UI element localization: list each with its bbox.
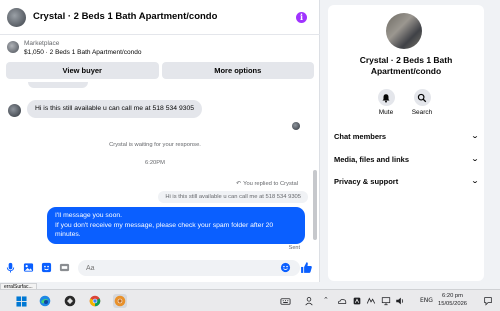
privacy-support-label: Privacy & support [334, 176, 399, 186]
sender-avatar[interactable] [8, 104, 21, 117]
listing-avatar[interactable] [386, 13, 422, 49]
system-clock[interactable]: 6:20 pm 15/05/2026 [438, 293, 467, 308]
mute-label: Mute [378, 109, 394, 116]
chevron-down-icon: ⌄ [470, 177, 480, 185]
image-icon[interactable] [23, 262, 34, 273]
chevron-down-icon: ⌄ [470, 132, 480, 140]
media-files-links-label: Media, files and links [334, 154, 410, 164]
chat-members-label: Chat members [334, 131, 387, 141]
previous-message-bubble [28, 82, 88, 88]
notifications-icon[interactable] [482, 294, 493, 308]
avatar[interactable] [7, 8, 26, 27]
reply-arrow-icon: ↶ [236, 180, 242, 187]
chat-title[interactable]: Crystal · 2 Beds 1 Bath Apartment/condo [33, 11, 217, 22]
marketplace-listing[interactable]: Marketplace $1,050 · 2 Beds 1 Bath Apart… [0, 36, 320, 62]
clock-date: 15/05/2026 [438, 300, 468, 307]
sent-status: Sent [288, 245, 300, 251]
mute-action[interactable]: Mute [366, 89, 406, 116]
outgoing-line: I'll message you soon. [55, 212, 123, 219]
outgoing-line: minutes. [55, 231, 81, 238]
seen-avatar [292, 122, 300, 130]
app-tray-icon-2[interactable] [366, 294, 376, 308]
info-title: Crystal · 2 Beds 1 Bath Apartment/condo [359, 55, 453, 76]
chat-scrollbar[interactable] [313, 170, 317, 240]
clock-time: 6:20 pm [442, 293, 463, 299]
windows-start-icon[interactable] [14, 294, 28, 308]
listing-price-title: $1,050 · 2 Beds 1 Bath Apartment/condo [24, 49, 142, 56]
onedrive-icon[interactable] [337, 294, 347, 308]
chat-panel: Crystal · 2 Beds 1 Bath Apartment/condo … [0, 0, 320, 282]
quoted-message[interactable]: Hi is this still available u can call me… [158, 191, 308, 203]
bell-icon[interactable] [377, 89, 395, 106]
listing-actions: View buyer More options [6, 62, 314, 79]
sticker-icon[interactable] [41, 262, 52, 273]
composer [0, 255, 320, 281]
chevron-down-icon: ⌄ [470, 155, 480, 163]
chrome-icon[interactable] [88, 294, 102, 308]
search-action[interactable]: Search [402, 89, 442, 116]
chat-header: Crystal · 2 Beds 1 Bath Apartment/condo … [0, 0, 320, 35]
incoming-message[interactable]: Hi is this still available u can call me… [27, 100, 203, 118]
app-tray-icon[interactable] [352, 294, 362, 308]
replied-to-label: ↶ You replied to Crystal [236, 180, 298, 187]
more-options-button[interactable]: More options [161, 62, 314, 79]
emoji-icon[interactable] [280, 262, 291, 273]
replied-to-text: You replied to Crystal [243, 181, 298, 187]
listing-label: Marketplace [24, 40, 60, 47]
edge-browser-icon[interactable] [38, 294, 52, 308]
language-indicator[interactable]: ENG [420, 297, 433, 304]
monitor-icon[interactable] [381, 294, 391, 308]
microphone-icon[interactable] [5, 262, 16, 273]
media-files-links-row[interactable]: Media, files and links ⌄ [334, 152, 480, 166]
outgoing-line: If you don't receive my message, please … [55, 221, 274, 229]
taskbar: ⌃ ENG 6:20 pm 15/05/2026 [0, 289, 500, 311]
info-icon[interactable]: i [296, 12, 307, 23]
chat-members-row[interactable]: Chat members ⌄ [334, 129, 480, 143]
keyboard-icon[interactable] [279, 294, 291, 308]
listing-thumbnail [7, 41, 19, 53]
message-input[interactable] [78, 260, 300, 276]
volume-icon[interactable] [395, 294, 405, 308]
privacy-support-row[interactable]: Privacy & support ⌄ [334, 174, 480, 188]
search-icon[interactable] [413, 89, 431, 106]
people-icon[interactable] [304, 294, 314, 308]
time-separator: 6:20PM [145, 160, 165, 166]
waiting-notice: Crystal is waiting for your response. [109, 142, 201, 148]
conversation-info-panel: Crystal · 2 Beds 1 Bath Apartment/condo … [328, 5, 484, 281]
chevron-up-icon[interactable]: ⌃ [323, 296, 329, 304]
screen: Crystal · 2 Beds 1 Bath Apartment/condo … [0, 0, 500, 311]
app-icon[interactable] [63, 294, 77, 308]
outgoing-message[interactable]: I'll message you soon. If you don't rece… [47, 207, 305, 244]
search-label: Search [411, 109, 433, 116]
message-list: Hi is this still available u can call me… [0, 82, 320, 252]
thumbs-up-icon[interactable] [300, 261, 313, 274]
gif-icon[interactable] [59, 262, 70, 273]
chrome-active-icon[interactable] [113, 294, 127, 308]
view-buyer-button[interactable]: View buyer [6, 62, 159, 79]
